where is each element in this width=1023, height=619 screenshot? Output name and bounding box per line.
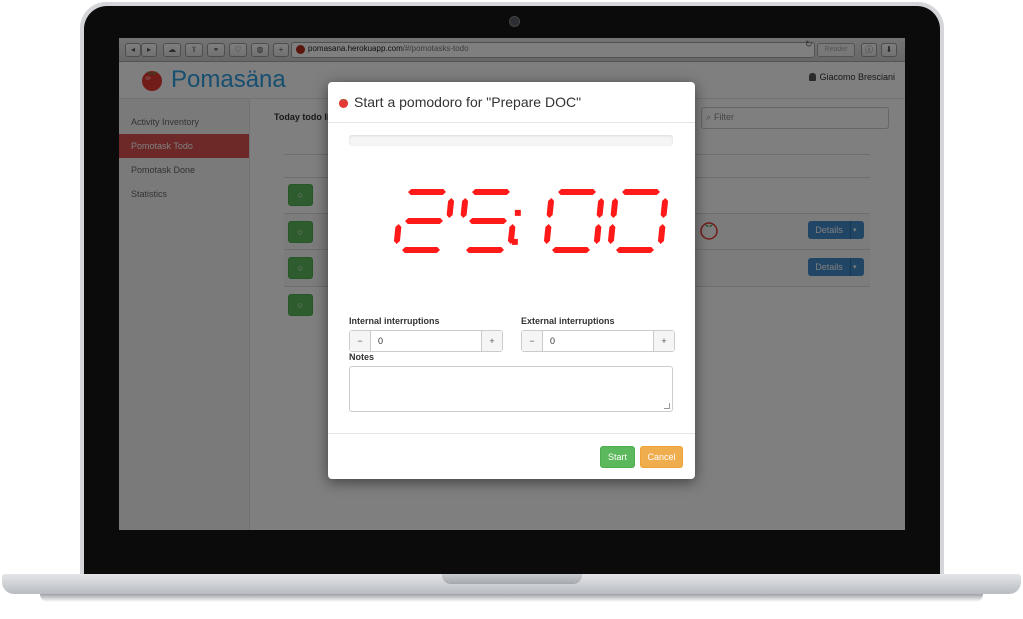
timer-segment [466, 247, 504, 253]
tomato-icon [338, 98, 349, 108]
external-interruptions-stepper: − 0 + [521, 330, 675, 352]
notes-textarea[interactable] [349, 366, 673, 412]
timer-segment [472, 189, 510, 195]
internal-interruptions-label: Internal interruptions [349, 316, 440, 326]
internal-interruptions-stepper: − 0 + [349, 330, 503, 352]
increment-button[interactable]: + [481, 331, 502, 351]
laptop-shadow [40, 594, 983, 602]
timer-segment [460, 198, 469, 218]
timer-colon [514, 209, 521, 216]
timer-segment [402, 247, 440, 253]
camera-icon [509, 16, 520, 27]
timer-segment [408, 189, 446, 195]
pomodoro-modal: Start a pomodoro for "Prepare DOC" Inter… [328, 82, 695, 479]
decrement-button[interactable]: − [522, 331, 543, 351]
pomodoro-progress-bar [349, 135, 673, 146]
timer-segment [552, 247, 590, 253]
timer-segment [616, 247, 654, 253]
timer-segment [558, 189, 596, 195]
modal-header: Start a pomodoro for "Prepare DOC" [328, 82, 695, 123]
timer-segment [405, 218, 443, 224]
start-button[interactable]: Start [600, 446, 635, 468]
laptop-notch [442, 574, 582, 584]
timer-segment [546, 198, 555, 218]
increment-button[interactable]: + [653, 331, 674, 351]
decrement-button[interactable]: − [350, 331, 371, 351]
timer-segment [660, 198, 669, 218]
timer-segment [446, 198, 455, 218]
timer-segment [610, 198, 619, 218]
timer-segment [657, 224, 666, 244]
timer-segment [593, 224, 602, 244]
timer-segment [607, 224, 616, 244]
internal-interruptions-value[interactable]: 0 [378, 331, 383, 351]
timer-segment [622, 189, 660, 195]
resize-grip-icon[interactable] [664, 403, 670, 409]
timer-segment [543, 224, 552, 244]
external-interruptions-value[interactable]: 0 [550, 331, 555, 351]
external-interruptions-label: External interruptions [521, 316, 615, 326]
screen: ◂ ▸ ☁ ⇪ ⚭ ♡ ◍ + pomasana.herokuapp.com/#… [119, 38, 905, 530]
timer-colon [511, 238, 518, 245]
timer-segment [596, 198, 605, 218]
modal-footer-divider [328, 433, 695, 434]
timer-segment [393, 224, 402, 244]
timer-display [393, 189, 669, 253]
notes-label: Notes [349, 352, 375, 362]
cancel-button[interactable]: Cancel [640, 446, 683, 468]
modal-title: Start a pomodoro for "Prepare DOC" [354, 94, 582, 110]
timer-segment [469, 218, 507, 224]
